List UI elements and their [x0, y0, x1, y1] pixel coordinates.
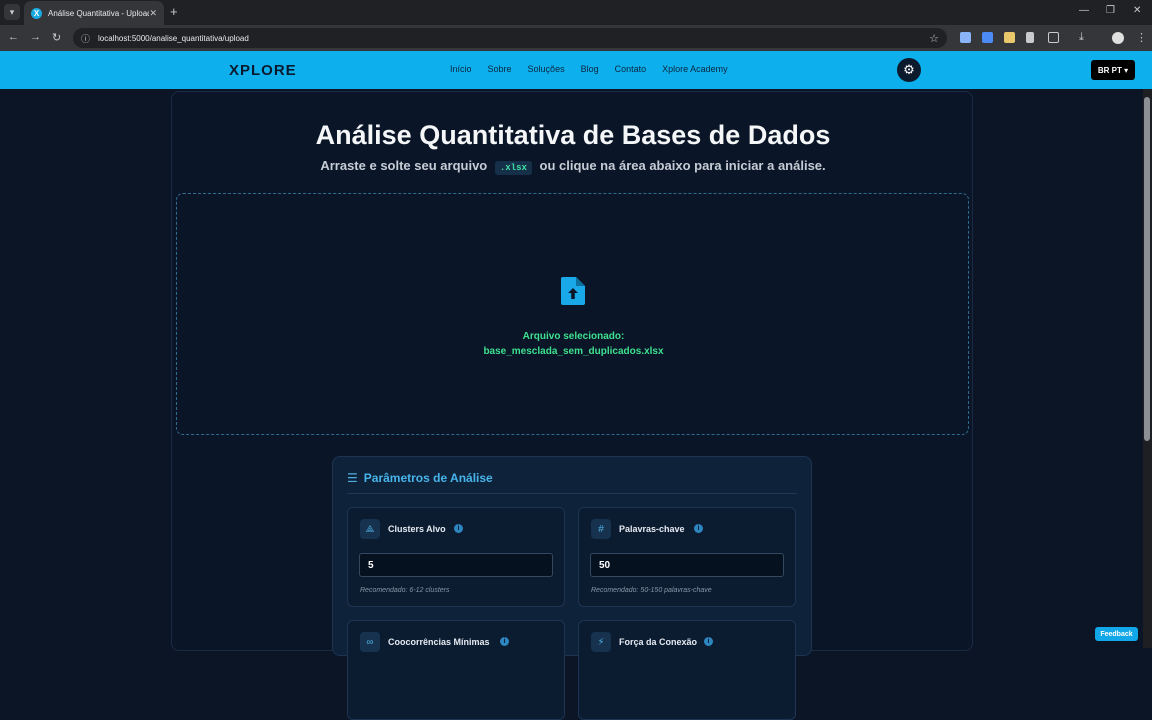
hash-icon: # [591, 519, 611, 539]
tab-title: Análise Quantitativa - Upload [48, 8, 150, 18]
link-icon: ∞ [360, 632, 380, 652]
selected-file-label: Arquivo selecionado: [522, 331, 625, 342]
file-upload-icon [561, 277, 585, 305]
param-card-keywords: # Palavras-chave i Recomendado: 50-150 p… [578, 507, 796, 607]
main-menu: Início Sobre Soluções Blog Contato Xplor… [450, 64, 744, 74]
param-hint-keywords: Recomendado: 50-150 palavras-chave [591, 587, 712, 594]
profile-avatar[interactable] [1112, 32, 1124, 44]
bolt-icon: ⚡ [591, 632, 611, 652]
page-subtitle: Arraste e solte seu arquivo .xlsx ou cli… [172, 158, 974, 175]
language-selector[interactable]: BR PT ▾ [1091, 60, 1135, 80]
extension-translate-icon[interactable] [982, 32, 993, 43]
browser-tab[interactable]: X Análise Quantitativa - Upload ✕ [24, 1, 164, 25]
param-card-clusters: ⟁ Clusters Alvo i Recomendado: 6-12 clus… [347, 507, 565, 607]
menu-item-academy[interactable]: Xplore Academy [662, 64, 728, 74]
param-label-clusters: Clusters Alvo [388, 524, 446, 534]
browser-menu-icon[interactable]: ⋮ [1136, 31, 1147, 44]
clusters-input[interactable] [359, 553, 553, 577]
back-icon[interactable]: ← [8, 31, 19, 43]
param-card-cooccurrences: ∞ Coocorrências Mínimas i [347, 620, 565, 720]
param-hint-clusters: Recomendado: 6-12 clusters [360, 587, 450, 594]
param-label-keywords: Palavras-chave [619, 524, 685, 534]
param-label-cooccurrences: Coocorrências Mínimas [388, 637, 490, 647]
tab-search-icon[interactable]: ▾ [4, 4, 20, 20]
analysis-parameters-panel: ☰ Parâmetros de Análise ⟁ Clusters Alvo … [332, 456, 812, 720]
keywords-input[interactable] [590, 553, 784, 577]
param-card-connection-strength: ⚡ Força da Conexão i [578, 620, 796, 720]
menu-item-solucoes[interactable]: Soluções [528, 64, 565, 74]
menu-item-contato[interactable]: Contato [615, 64, 647, 74]
extensions-puzzle-icon[interactable] [1048, 32, 1059, 43]
parameters-header: ☰ Parâmetros de Análise [347, 471, 493, 485]
site-navbar: XPLORE Início Sobre Soluções Blog Contat… [0, 51, 1152, 89]
restore-icon[interactable]: ❐ [1106, 5, 1115, 16]
new-tab-icon[interactable]: + [170, 4, 178, 19]
file-extension-code: .xlsx [494, 161, 532, 175]
menu-item-inicio[interactable]: Início [450, 64, 472, 74]
info-icon[interactable]: i [694, 524, 703, 533]
subtitle-text-before: Arraste e solte seu arquivo [320, 158, 488, 173]
cluster-icon: ⟁ [360, 519, 380, 539]
site-logo[interactable]: XPLORE [229, 62, 297, 79]
browser-toolbar: ← → ↻ ⓘ localhost:5000/analise_quantitat… [0, 25, 1152, 51]
feedback-button[interactable]: Feedback [1095, 627, 1138, 641]
extension-pen-icon[interactable] [1026, 32, 1034, 43]
menu-item-blog[interactable]: Blog [581, 64, 599, 74]
language-label: BR PT [1097, 65, 1122, 75]
minimize-icon[interactable]: — [1079, 5, 1089, 16]
window-close-icon[interactable]: ✕ [1133, 5, 1141, 16]
address-bar[interactable]: ⓘ localhost:5000/analise_quantitativa/up… [73, 28, 947, 48]
parameters-title: Parâmetros de Análise [363, 471, 493, 485]
scroll-thumb[interactable] [1144, 97, 1150, 441]
info-icon[interactable]: i [704, 637, 713, 646]
extension-image-icon[interactable] [1004, 32, 1015, 43]
upload-card: Análise Quantitativa de Bases de Dados A… [171, 91, 974, 720]
subtitle-text-after: ou clique na área abaixo para iniciar a … [539, 158, 826, 173]
favicon-icon: X [31, 7, 42, 19]
selected-file-name: base_mesclada_sem_duplicados.xlsx [483, 346, 664, 357]
page-title: Análise Quantitativa de Bases de Dados [315, 120, 831, 150]
page-scrollbar[interactable] [1143, 89, 1152, 648]
file-dropzone[interactable]: Arquivo selecionado: base_mesclada_sem_d… [176, 193, 969, 435]
param-label-connection-strength: Força da Conexão [619, 637, 698, 647]
info-icon[interactable]: i [500, 637, 509, 646]
extension-doc-icon[interactable] [960, 32, 971, 43]
site-info-icon[interactable]: ⓘ [81, 32, 90, 45]
browser-tab-strip: ▾ X Análise Quantitativa - Upload ✕ + — … [0, 0, 1152, 25]
sliders-icon: ☰ [347, 471, 358, 485]
bookmark-star-icon[interactable]: ☆ [929, 32, 939, 45]
download-icon[interactable]: ⤓ [1079, 31, 1084, 44]
tab-close-icon[interactable]: ✕ [149, 8, 157, 19]
menu-item-sobre[interactable]: Sobre [488, 64, 512, 74]
page-content: Análise Quantitativa de Bases de Dados A… [0, 89, 1143, 720]
info-icon[interactable]: i [454, 524, 463, 533]
forward-icon[interactable]: → [30, 31, 41, 43]
divider [347, 493, 797, 494]
settings-gear-icon[interactable]: ⚙ [897, 58, 921, 82]
url-text: localhost:5000/analise_quantitativa/uplo… [98, 33, 249, 43]
reload-icon[interactable]: ↻ [52, 31, 61, 44]
